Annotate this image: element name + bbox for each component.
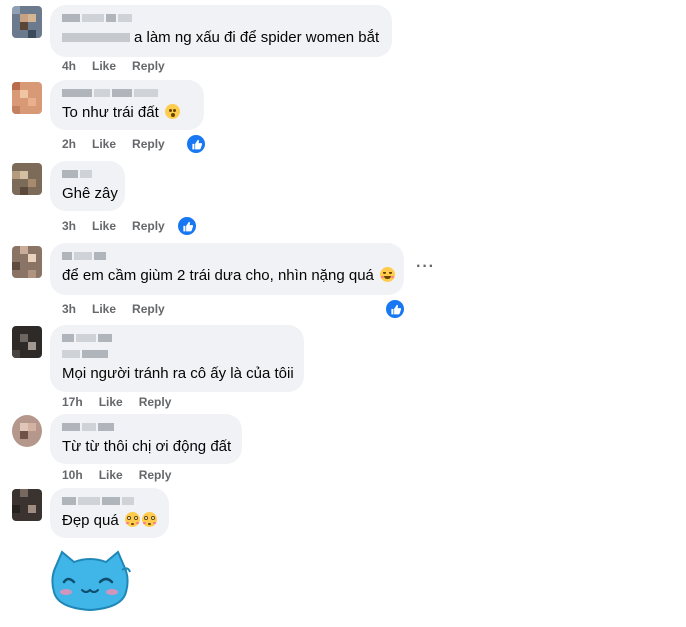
reply-button[interactable]: Reply — [132, 302, 165, 316]
timestamp: 3h — [62, 302, 77, 316]
timestamp: 10h — [62, 468, 83, 482]
reply-button[interactable]: Reply — [139, 468, 172, 482]
like-button[interactable]: Like — [92, 59, 116, 73]
comment-bubble: Đẹp quá — [50, 488, 169, 538]
avatar[interactable] — [12, 489, 42, 521]
comment-actions: 2h Like Reply — [62, 137, 165, 151]
comment-text: Mọi người tránh ra cô ấy là của tôii — [62, 365, 294, 382]
comment-bubble: To như trái đất — [50, 80, 204, 130]
timestamp: 3h — [62, 219, 77, 233]
timestamp: 4h — [62, 59, 77, 73]
comment-bubble: a làm ng xấu đi để spider women bắt — [50, 5, 392, 57]
timestamp: 2h — [62, 137, 77, 151]
smiling-face-emoji — [380, 267, 396, 282]
comment-actions: 3h Like Reply — [62, 219, 165, 233]
avatar[interactable] — [12, 415, 42, 447]
comment-text: Từ từ thôi chị ơi động đất — [62, 438, 232, 455]
blurred-mention — [62, 348, 292, 359]
hushed-face-emoji — [164, 104, 180, 119]
flushed-face-emoji — [141, 512, 157, 527]
comment-bubble: Từ từ thôi chị ơi động đất — [50, 414, 242, 464]
like-button[interactable]: Like — [92, 219, 116, 233]
avatar[interactable] — [12, 82, 42, 114]
avatar[interactable] — [12, 6, 42, 38]
comment-text: Ghê zây — [62, 185, 118, 202]
comment-text: Đẹp quá — [62, 512, 119, 529]
author-name-blurred[interactable] — [62, 168, 113, 179]
thumbs-up-icon[interactable] — [185, 133, 207, 155]
reply-button[interactable]: Reply — [132, 59, 165, 73]
author-name-blurred[interactable] — [62, 12, 380, 23]
more-options-icon[interactable]: ··· — [416, 258, 435, 276]
author-name-blurred[interactable] — [62, 495, 157, 506]
author-name-blurred[interactable] — [62, 87, 192, 98]
thumbs-up-icon[interactable] — [384, 298, 406, 320]
like-button[interactable]: Like — [99, 395, 123, 409]
timestamp: 17h — [62, 395, 83, 409]
comment-bubble: để em cầm giùm 2 trái dưa cho, nhìn nặng… — [50, 243, 404, 295]
like-button[interactable]: Like — [92, 137, 116, 151]
comment-bubble: Mọi người tránh ra cô ấy là của tôii — [50, 325, 304, 392]
comment-actions: 17h Like Reply — [62, 395, 171, 409]
comment-bubble: Ghê zây — [50, 161, 125, 211]
avatar[interactable] — [12, 163, 42, 195]
comment-text: để em cầm giùm 2 trái dưa cho, nhìn nặng… — [62, 267, 374, 284]
like-button[interactable]: Like — [99, 468, 123, 482]
comment-actions: 4h Like Reply — [62, 59, 165, 73]
comment-text: a làm ng xấu đi để spider women bắt — [134, 29, 380, 46]
avatar[interactable] — [12, 326, 42, 358]
author-name-blurred[interactable] — [62, 421, 230, 432]
author-name-blurred[interactable] — [62, 250, 392, 261]
blurred-mention — [62, 33, 130, 42]
like-button[interactable]: Like — [92, 302, 116, 316]
thumbs-up-icon[interactable] — [176, 215, 198, 237]
author-name-blurred[interactable] — [62, 332, 292, 343]
reply-button[interactable]: Reply — [132, 219, 165, 233]
flushed-face-emoji — [124, 512, 140, 527]
comment-actions: 3h Like Reply — [62, 302, 165, 316]
blue-cat-sticker[interactable] — [48, 548, 132, 614]
reply-button[interactable]: Reply — [139, 395, 172, 409]
comment-text: To như trái đất — [62, 104, 159, 121]
avatar[interactable] — [12, 246, 42, 278]
comment-actions: 10h Like Reply — [62, 468, 171, 482]
reply-button[interactable]: Reply — [132, 137, 165, 151]
